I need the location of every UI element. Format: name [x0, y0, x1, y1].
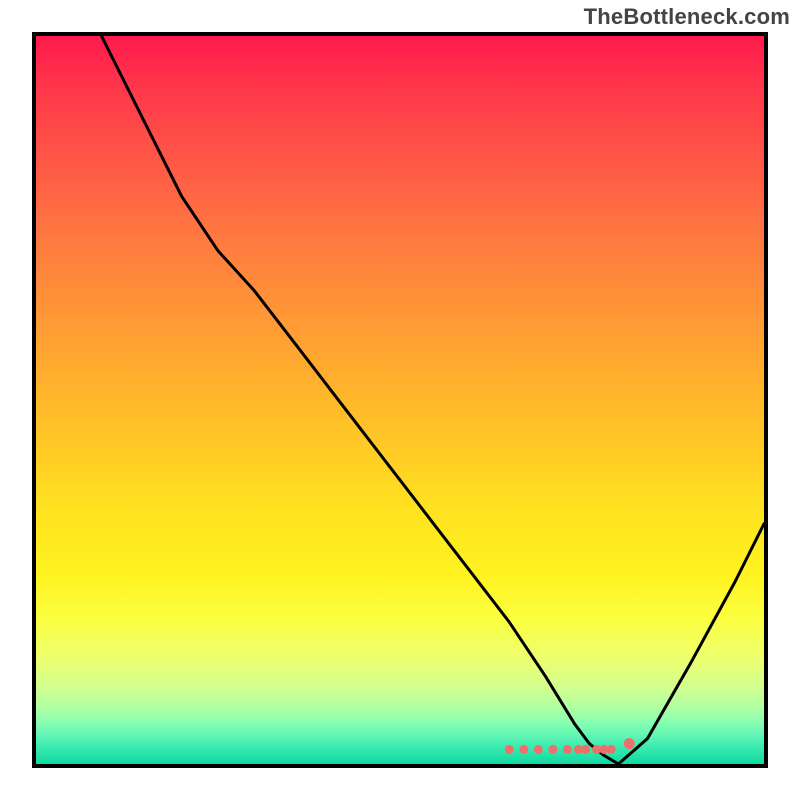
data-marker	[505, 745, 514, 754]
data-marker	[519, 745, 528, 754]
bottleneck-curve-path	[102, 36, 765, 764]
chart-svg	[36, 36, 764, 764]
data-marker	[563, 745, 572, 754]
chart-container: TheBottleneck.com	[0, 0, 800, 800]
data-marker	[548, 745, 557, 754]
data-marker	[581, 745, 590, 754]
watermark-text: TheBottleneck.com	[584, 4, 790, 30]
plot-frame	[32, 32, 768, 768]
data-marker	[534, 745, 543, 754]
data-marker	[607, 745, 616, 754]
marker-group	[505, 738, 635, 754]
data-marker	[624, 738, 635, 749]
